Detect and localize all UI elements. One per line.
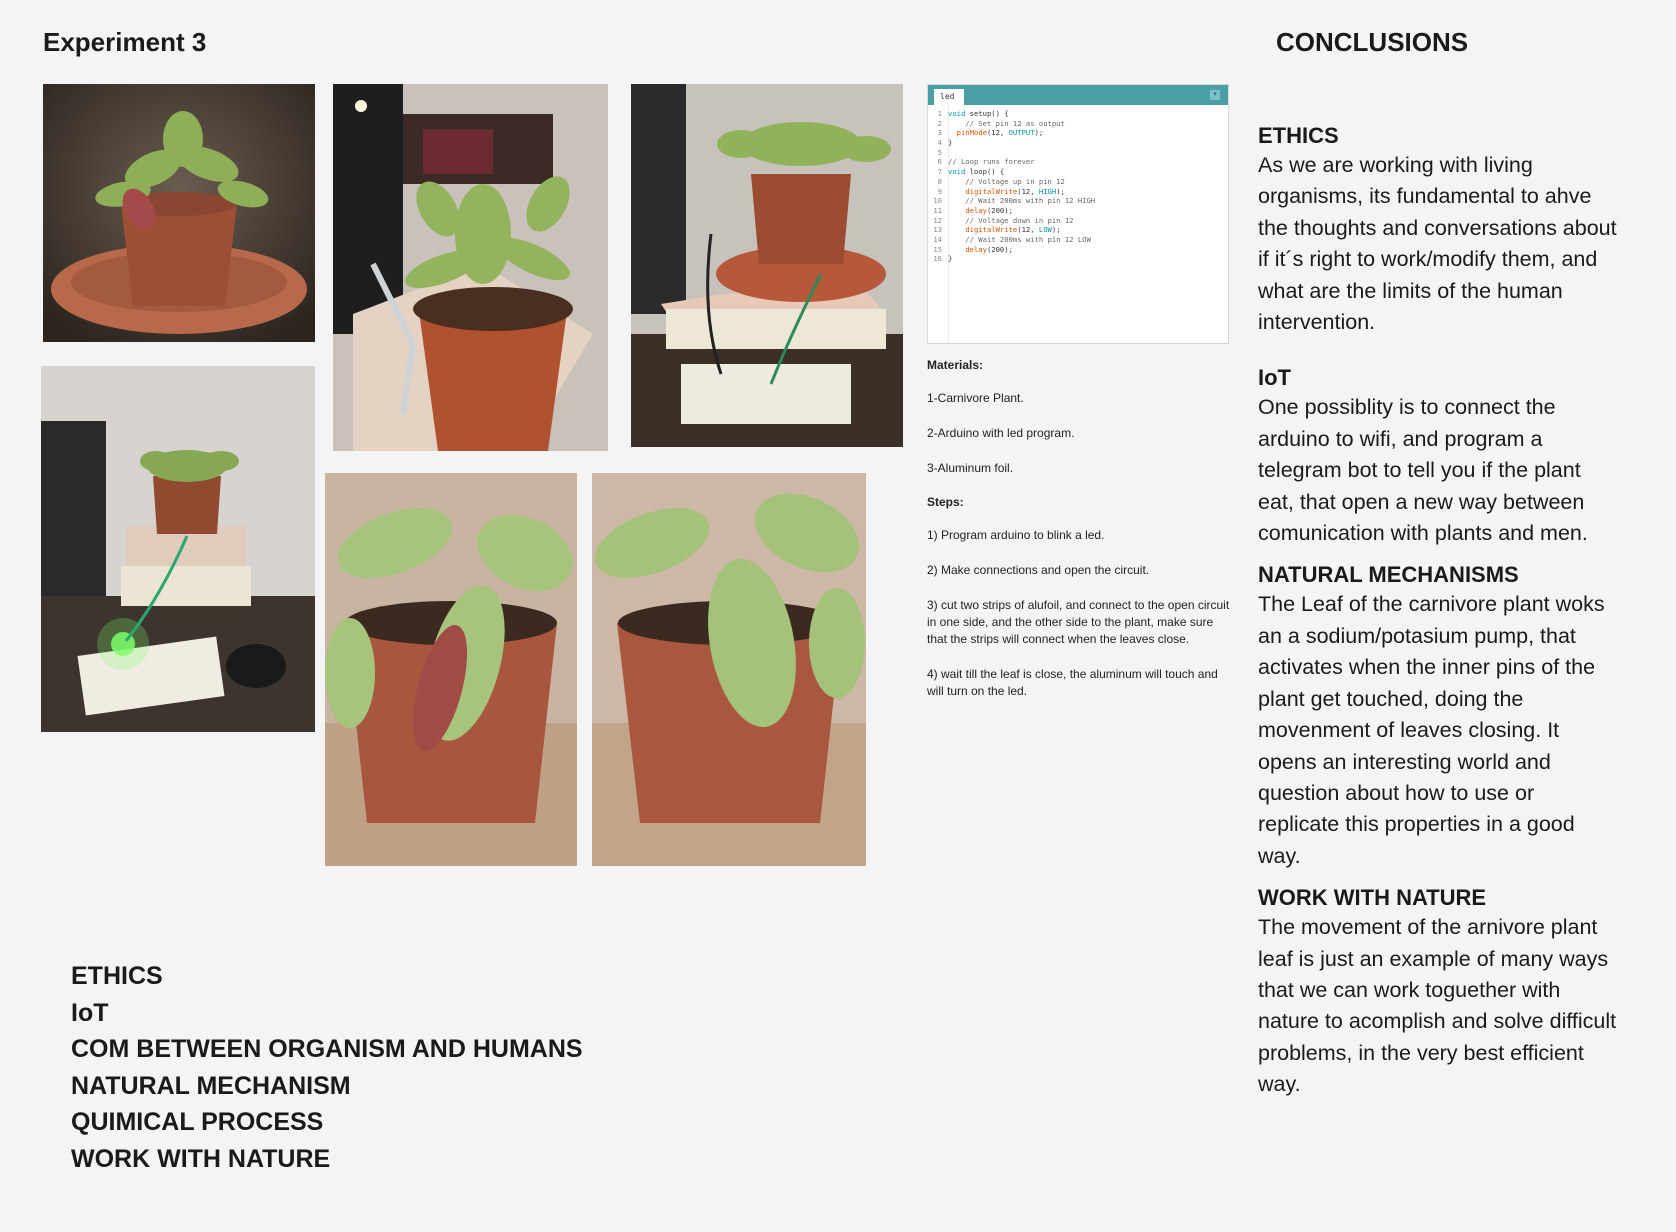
conclusion-work-with-nature: WORK WITH NATURE The movement of the arn…: [1258, 884, 1618, 1100]
code-text: digitalWrite(12, HIGH);: [965, 186, 1065, 196]
line-number: 8: [937, 176, 942, 186]
code-line: 5: [928, 148, 1228, 158]
code-text: }: [948, 254, 953, 264]
code-line: 2 // Set pin 12 as output: [928, 119, 1228, 129]
keyword-item: WORK WITH NATURE: [71, 1144, 331, 1173]
code-line: 9 digitalWrite(12, HIGH);: [928, 187, 1228, 197]
chevron-down-icon[interactable]: ▾: [1210, 90, 1220, 100]
material-item: 1-Carnivore Plant.: [927, 391, 1024, 405]
code-text: void loop() {: [948, 167, 1005, 177]
keywords-list: ETHICS IoT COM BETWEEN ORGANISM AND HUMA…: [71, 958, 583, 1178]
conclusions-column: ETHICS As we are working with living org…: [1258, 122, 1618, 1113]
editor-tab[interactable]: led: [934, 89, 964, 105]
material-item: 2-Arduino with led program.: [927, 426, 1075, 440]
code-line: 11 delay(200);: [928, 206, 1228, 216]
code-line: 12 // Voltage down in pin 12: [928, 216, 1228, 226]
line-number: 16: [933, 254, 942, 264]
line-number: 4: [937, 138, 942, 148]
line-number: 9: [937, 186, 942, 196]
line-number: 13: [933, 225, 942, 235]
code-text: // Loop runs forever: [948, 157, 1035, 167]
code-line: 8 // Voltage up in pin 12: [928, 177, 1228, 187]
code-line: 6 // Loop runs forever: [928, 157, 1228, 167]
materials-heading: Materials:: [927, 358, 984, 372]
keyword-item: ETHICS: [71, 962, 163, 990]
page-title: Experiment 3: [43, 27, 207, 57]
line-number: 14: [933, 234, 942, 244]
line-number: 3: [937, 128, 942, 138]
code-line: 13 digitalWrite(12, LOW);: [928, 225, 1228, 235]
code-text: // Wait 200ms with pin 12 LOW: [948, 234, 1091, 244]
conclusion-ethics: ETHICS As we are working with living org…: [1258, 122, 1618, 338]
line-number: 2: [937, 118, 942, 128]
code-line: 14 // Wait 200ms with pin 12 LOW: [928, 235, 1228, 245]
code-area[interactable]: 1 void setup() {2 // Set pin 12 as output…: [928, 109, 1228, 264]
line-number: 7: [937, 167, 942, 177]
line-number: 5: [937, 147, 942, 157]
code-text: digitalWrite(12, LOW);: [965, 225, 1061, 235]
photo-flytrap-led: [41, 366, 315, 732]
code-text: // Voltage down in pin 12: [948, 215, 1074, 225]
code-line: 4}: [928, 138, 1228, 148]
code-line: 3 pinMode(12, OUTPUT);: [928, 128, 1228, 138]
photo-flytrap-saucer: [43, 84, 315, 342]
materials-steps: Materials: 1-Carnivore Plant. 2-Arduino …: [927, 358, 1232, 718]
keyword-item: COM BETWEEN ORGANISM AND HUMANS: [71, 1035, 583, 1064]
keyword-item: IoT: [71, 998, 109, 1027]
keyword-item: QUIMICAL PROCESS: [71, 1108, 324, 1137]
code-line: 16}: [928, 254, 1228, 264]
line-number: 6: [937, 157, 942, 167]
code-text: }: [948, 138, 953, 148]
conclusions-title: CONCLUSIONS: [1276, 27, 1469, 57]
code-text: // Wait 200ms with pin 12 HIGH: [948, 196, 1096, 206]
conclusion-body: The Leaf of the carnivore plant woks an …: [1258, 592, 1605, 868]
code-text: delay(200);: [965, 205, 1013, 215]
step-item: 4) wait till the leaf is close, the alum…: [927, 667, 1218, 698]
photo-leaf-closeup-left: [325, 473, 577, 866]
code-text: void setup() {: [948, 109, 1009, 118]
line-number: 12: [933, 215, 942, 225]
photo-leaf-closeup-right: [592, 473, 866, 866]
conclusion-heading: WORK WITH NATURE: [1258, 885, 1487, 911]
code-line: 15 delay(200);: [928, 245, 1228, 255]
conclusion-body: The movement of the arnivore plant leaf …: [1258, 915, 1617, 1097]
code-line: 7 void loop() {: [928, 167, 1228, 177]
steps-heading: Steps:: [927, 495, 964, 509]
code-line: 1 void setup() {: [928, 109, 1228, 119]
line-number: 10: [933, 196, 942, 206]
code-text: delay(200);: [965, 244, 1013, 254]
step-item: 2) Make connections and open the circuit…: [927, 563, 1150, 577]
conclusion-body: As we are working with living organisms,…: [1258, 153, 1617, 335]
keyword-item: NATURAL MECHANISM: [71, 1071, 351, 1100]
code-editor: led ▾ 1 void setup() {2 // Set pin 12 as …: [927, 84, 1229, 344]
line-number: 15: [933, 244, 942, 254]
code-text: // Voltage up in pin 12: [948, 176, 1065, 186]
photo-flytrap-breadboard: [631, 84, 903, 447]
code-text: // Set pin 12 as output: [948, 118, 1065, 128]
code-text: pinMode(12, OUTPUT);: [956, 128, 1044, 138]
conclusion-heading: ETHICS: [1258, 123, 1339, 148]
conclusion-heading: NATURAL MECHANISMS: [1258, 562, 1519, 588]
material-item: 3-Aluminum foil.: [927, 461, 1014, 475]
conclusion-natural-mechanisms: NATURAL MECHANISMS The Leaf of the carni…: [1258, 561, 1618, 872]
conclusion-heading: IoT: [1258, 365, 1291, 391]
step-item: 1) Program arduino to blink a led.: [927, 528, 1105, 542]
editor-tab-bar: led ▾: [928, 85, 1228, 105]
code-line: 10 // Wait 200ms with pin 12 HIGH: [928, 196, 1228, 206]
line-number: 11: [933, 205, 942, 215]
step-item: 3) cut two strips of alufoil, and connec…: [927, 598, 1230, 646]
line-number: 1: [937, 109, 942, 118]
conclusion-iot: IoT One possiblity is to connect the ard…: [1258, 364, 1618, 549]
photo-flytrap-foil: [333, 84, 608, 451]
conclusion-body: One possiblity is to connect the arduino…: [1258, 395, 1588, 546]
